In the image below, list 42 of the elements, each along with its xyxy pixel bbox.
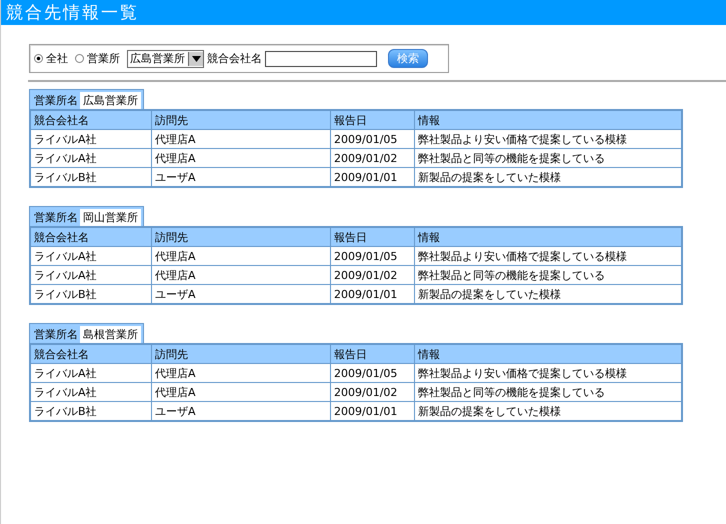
table-cell: ライバルA社: [30, 246, 152, 266]
column-header: 情報: [414, 344, 682, 364]
office-name: 島根営業所: [80, 326, 141, 343]
column-header: 訪問先: [152, 227, 330, 246]
table-cell: 代理店A: [152, 382, 330, 402]
office-name: 岡山営業所: [80, 209, 141, 226]
column-header: 競合会社名: [30, 110, 152, 130]
table-cell: ライバルA社: [30, 382, 152, 402]
table-cell: 代理店A: [152, 130, 330, 148]
table-cell: 2009/01/05: [330, 246, 414, 266]
column-header: 訪問先: [152, 110, 330, 130]
page-title: 競合先情報一覧: [6, 2, 139, 24]
office-dropdown[interactable]: 広島営業所: [127, 50, 204, 68]
office-label: 営業所名: [33, 210, 79, 226]
table-cell: ライバルA社: [30, 364, 152, 382]
column-header: 訪問先: [152, 344, 330, 364]
column-header: 情報: [414, 227, 682, 246]
table-cell: ライバルA社: [30, 148, 152, 168]
table-cell: 2009/01/02: [330, 266, 414, 284]
column-header: 報告日: [330, 110, 414, 130]
table-cell: 代理店A: [152, 148, 330, 168]
company-name-field[interactable]: [265, 50, 377, 66]
table-cell: 2009/01/02: [330, 382, 414, 402]
column-header: 競合会社名: [30, 227, 152, 246]
office-name: 広島営業所: [80, 92, 141, 109]
office-label: 営業所名: [33, 327, 79, 343]
radio-option[interactable]: 営業所: [75, 51, 120, 66]
table-cell: 2009/01/05: [330, 130, 414, 148]
column-header: 報告日: [330, 344, 414, 364]
table-cell: 2009/01/05: [330, 364, 414, 382]
column-header: 報告日: [330, 227, 414, 246]
office-label: 営業所名: [33, 93, 79, 109]
table-cell: 2009/01/02: [330, 148, 414, 168]
table-cell: ライバルA社: [30, 266, 152, 284]
table-cell: 代理店A: [152, 364, 330, 382]
column-header: 競合会社名: [30, 344, 152, 364]
company-name-label: 競合会社名: [207, 51, 262, 66]
table-cell: 代理店A: [152, 266, 330, 284]
table-cell: 代理店A: [152, 246, 330, 266]
table-cell: ライバルA社: [30, 130, 152, 148]
radio-option[interactable]: 全社: [34, 51, 68, 66]
column-header: 情報: [414, 110, 682, 130]
